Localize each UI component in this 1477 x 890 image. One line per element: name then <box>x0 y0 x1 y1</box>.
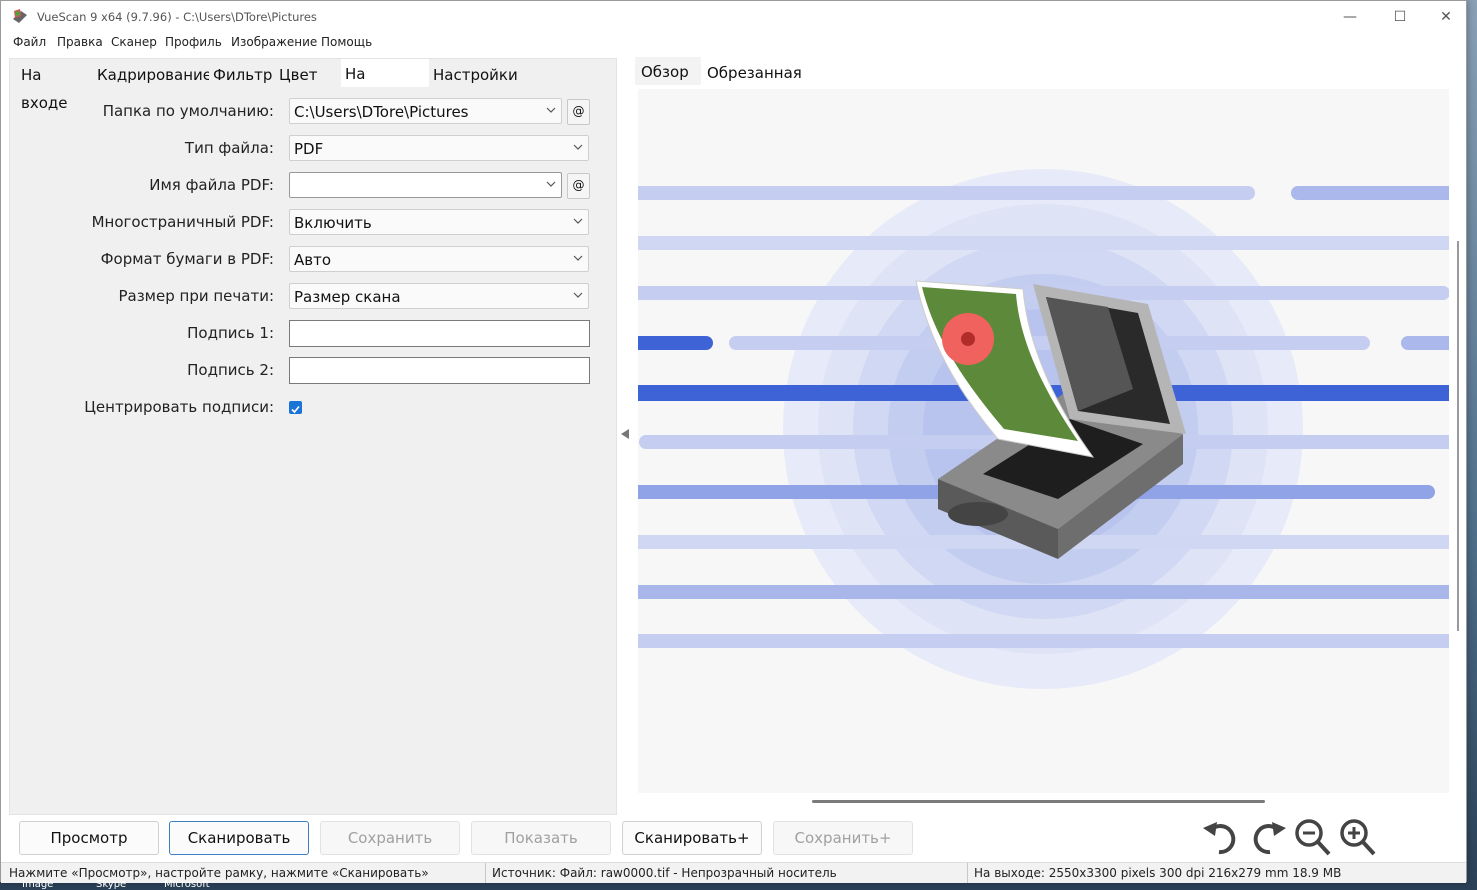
multipage-pdf-label: Многостраничный PDF: <box>91 213 274 231</box>
menu-edit[interactable]: Правка <box>57 35 103 49</box>
tab-color[interactable]: Цвет <box>275 61 341 87</box>
status-output: На выходе: 2550x3300 pixels 300 dpi 216x… <box>974 866 1342 880</box>
vertical-scrollbar[interactable] <box>1457 241 1459 631</box>
tab-filter[interactable]: Фильтр <box>209 61 275 87</box>
print-size-value: Размер скана <box>294 288 401 306</box>
chevron-down-icon <box>573 218 583 224</box>
default-folder-value: C:\Users\DTore\Pictures <box>294 103 469 121</box>
tab-crop[interactable]: Кадрирование <box>93 61 212 87</box>
checkmark-icon <box>291 405 300 414</box>
title-bar: VueScan 9 x64 (9.7.96) - C:\Users\DTore\… <box>1 1 1466 33</box>
minimize-button[interactable]: — <box>1327 1 1373 33</box>
pdf-paper-format-value: Авто <box>294 251 332 269</box>
caption1-label: Подпись 1: <box>187 324 274 342</box>
preview-button[interactable]: Просмотр <box>19 821 159 855</box>
chevron-down-icon <box>573 255 583 261</box>
rotate-right-icon[interactable] <box>1248 816 1288 858</box>
scan-plus-button[interactable]: Сканировать+ <box>622 821 762 855</box>
tab-overview[interactable]: Обзор <box>635 57 701 85</box>
rotate-left-icon[interactable] <box>1201 816 1241 858</box>
pdf-paper-format-select[interactable]: Авто <box>289 246 589 272</box>
save-plus-button[interactable]: Сохранить+ <box>773 821 913 855</box>
scan-button[interactable]: Сканировать <box>169 821 309 855</box>
chevron-down-icon <box>573 292 583 298</box>
menu-file[interactable]: Файл <box>13 35 46 49</box>
menu-image[interactable]: Изображение <box>231 35 317 49</box>
chevron-down-icon <box>546 181 556 187</box>
file-type-label: Тип файла: <box>184 139 274 157</box>
tab-output[interactable]: На выходе <box>341 59 429 113</box>
multipage-pdf-value: Включить <box>294 214 372 232</box>
default-folder-at-button[interactable]: @ <box>567 99 590 125</box>
zoom-out-icon[interactable] <box>1293 816 1333 858</box>
collapse-panel-icon[interactable] <box>621 429 629 439</box>
vuescan-splash-graphic <box>638 169 1449 689</box>
desktop-item-image[interactable]: Image <box>22 879 53 890</box>
minimize-icon: — <box>1343 9 1357 25</box>
save-button[interactable]: Сохранить <box>320 821 460 855</box>
status-source: Источник: Файл: raw0000.tif - Непрозрачн… <box>492 866 837 880</box>
multipage-pdf-select[interactable]: Включить <box>289 209 589 235</box>
close-icon: ✕ <box>1440 9 1452 25</box>
print-size-select[interactable]: Размер скана <box>289 283 589 309</box>
status-divider <box>485 863 486 883</box>
file-type-select[interactable]: PDF <box>289 135 589 161</box>
show-button[interactable]: Показать <box>471 821 611 855</box>
menu-bar: Файл Правка Сканер Профиль Изображение П… <box>1 33 1466 53</box>
maximize-button[interactable]: ☐ <box>1377 1 1423 33</box>
caption2-input[interactable] <box>289 357 590 384</box>
vuescan-app-icon <box>13 9 27 23</box>
center-captions-label: Центрировать подписи: <box>84 398 274 416</box>
window-title: VueScan 9 x64 (9.7.96) - C:\Users\DTore\… <box>37 10 317 24</box>
menu-scanner[interactable]: Сканер <box>111 35 157 49</box>
desktop-item-skype[interactable]: Skype <box>96 879 126 890</box>
maximize-icon: ☐ <box>1393 9 1407 25</box>
desktop-item-microsoft[interactable]: Microsoft <box>164 879 210 890</box>
tab-input[interactable]: На входе <box>17 61 93 112</box>
caption2-label: Подпись 2: <box>187 361 274 379</box>
chevron-down-icon <box>573 144 583 150</box>
menu-profile[interactable]: Профиль <box>165 35 222 49</box>
desktop-labels: Image Skype Microsoft <box>0 879 1477 890</box>
default-folder-select[interactable]: C:\Users\DTore\Pictures <box>289 98 562 124</box>
app-window: VueScan 9 x64 (9.7.96) - C:\Users\DTore\… <box>0 0 1467 883</box>
pdf-file-name-at-button[interactable]: @ <box>567 173 590 199</box>
horizontal-scrollbar[interactable] <box>812 800 1265 803</box>
default-folder-label: Папка по умолчанию: <box>102 102 274 120</box>
tab-prefs[interactable]: Настройки <box>429 61 518 87</box>
tab-cropped-area[interactable]: Обрезанная область <box>703 59 859 110</box>
caption1-input[interactable] <box>289 320 590 347</box>
pdf-file-name-label: Имя файла PDF: <box>149 176 274 194</box>
pdf-file-name-input[interactable] <box>289 172 562 198</box>
status-bar: Нажмите «Просмотр», настройте рамку, наж… <box>1 862 1466 883</box>
print-size-label: Размер при печати: <box>118 287 274 305</box>
center-captions-checkbox[interactable] <box>289 401 302 414</box>
status-divider <box>967 863 968 883</box>
close-button[interactable]: ✕ <box>1423 1 1469 33</box>
pdf-paper-format-label: Формат бумаги в PDF: <box>100 250 274 268</box>
status-hint: Нажмите «Просмотр», настройте рамку, наж… <box>9 866 429 880</box>
menu-help[interactable]: Помощь <box>321 35 372 49</box>
chevron-down-icon <box>546 107 556 113</box>
file-type-value: PDF <box>294 140 324 158</box>
zoom-in-icon[interactable] <box>1338 816 1378 858</box>
preview-area[interactable] <box>638 89 1449 793</box>
